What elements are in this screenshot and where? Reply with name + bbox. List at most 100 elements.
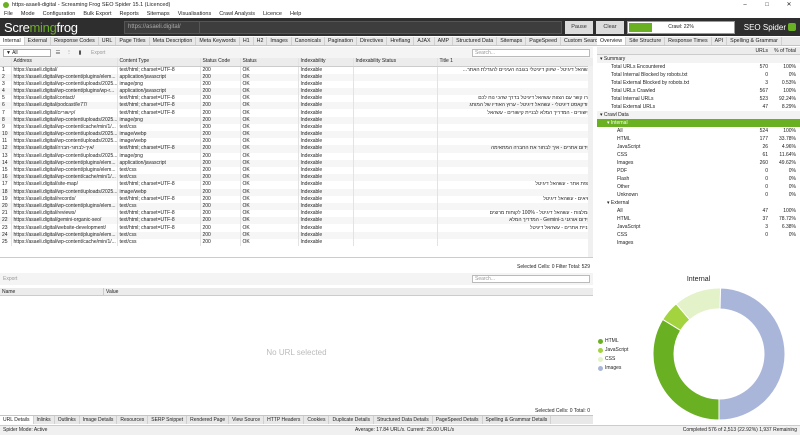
bottom-tab-view-source[interactable]: View Source (229, 416, 265, 424)
table-row[interactable]: 15 https://asaeli.digital/wp-content/plug… (0, 166, 593, 175)
bottom-tab-inlinks[interactable]: Inlinks (34, 416, 55, 424)
table-row[interactable]: 16 https://asaeli.digital/wp-content/cach… (0, 174, 593, 182)
menu-sitemaps[interactable]: Sitemaps (147, 11, 170, 17)
close-icon[interactable]: ✕ (778, 1, 800, 8)
table-row[interactable]: 22 https://asaeli.digital/gemini-organic-… (0, 217, 593, 225)
tab-images[interactable]: Images (267, 37, 292, 45)
chart-view-icon[interactable]: ▮ (76, 49, 84, 57)
detail-col-name[interactable]: Name (0, 288, 104, 295)
col-header-status[interactable]: Status (240, 58, 299, 67)
menu-help[interactable]: Help (290, 11, 301, 17)
search-input[interactable]: Search... (472, 48, 590, 57)
bottom-tab-serp-snippet[interactable]: SERP Snippet (148, 416, 188, 424)
table-row[interactable]: 18 https://asaeli.digital/wp-content/uplo… (0, 188, 593, 196)
overview-row[interactable]: CSS 61 11.64% (597, 151, 800, 159)
table-row[interactable]: 20 https://asaeli.digital/wp-content/plug… (0, 202, 593, 211)
table-row[interactable]: 2 https://asaeli.digital/wp-content/plugi… (0, 73, 593, 81)
table-row[interactable]: 5 https://asaeli.digital/contact/text/htm… (0, 95, 593, 103)
table-row[interactable]: 13 https://asaeli.digital/wp-content/uplo… (0, 152, 593, 160)
col-header-status-code[interactable]: Status Code (200, 58, 241, 67)
table-row[interactable]: 25 https://asaeli.digital/wp-content/cach… (0, 238, 593, 246)
url-input[interactable]: https://asaeli.digital/ (124, 20, 200, 34)
detail-col-value[interactable]: Value (104, 288, 593, 295)
overview-row[interactable]: HTML 37 78.72% (597, 215, 800, 223)
table-row[interactable]: 10 https://asaeli.digital/wp-content/uplo… (0, 131, 593, 139)
overview-row[interactable]: Other 0 0% (597, 183, 800, 191)
tab-sitemaps[interactable]: Sitemaps (497, 37, 527, 45)
table-row[interactable]: 19 https://asaeli.digital/records/text/ht… (0, 195, 593, 203)
bottom-tab-cookies[interactable]: Cookies (304, 416, 330, 424)
detail-search-input[interactable]: Search... (472, 275, 590, 283)
tab-meta-keywords[interactable]: Meta Keywords (196, 37, 240, 45)
overview-row[interactable]: Images (597, 239, 800, 247)
overview-row[interactable]: Total URLs Crawled 567 100% (597, 87, 800, 95)
menu-visualisations[interactable]: Visualisations (178, 11, 212, 17)
tab-h1[interactable]: H1 (240, 37, 254, 45)
overview-row[interactable]: PDF 0 0% (597, 167, 800, 175)
overview-row[interactable]: CSS 0 0% (597, 231, 800, 239)
tab-directives[interactable]: Directives (357, 37, 388, 45)
table-row[interactable]: 23 https://asaeli.digital/website-develop… (0, 224, 593, 232)
bottom-tab-resources[interactable]: Resources (117, 416, 149, 424)
export-button[interactable]: Export (91, 50, 105, 56)
menu-licence[interactable]: Licence (263, 11, 282, 17)
bottom-tab-rendered-page[interactable]: Rendered Page (187, 416, 230, 424)
bottom-tab-http-headers[interactable]: HTTP Headers (264, 416, 305, 424)
tree-view-icon[interactable]: ⋮ (65, 49, 73, 57)
bottom-tab-url-details[interactable]: URL Details (0, 416, 34, 424)
menu-file[interactable]: File (4, 11, 13, 17)
col-header-index[interactable] (0, 58, 12, 67)
overview-row[interactable]: JavaScript 26 4.96% (597, 143, 800, 151)
table-row[interactable]: 1 https://asaeli.digital/text/html; chars… (0, 66, 593, 74)
menu-crawl-analysis[interactable]: Crawl Analysis (219, 11, 255, 17)
table-scrollbar[interactable] (588, 66, 593, 257)
detail-export-button[interactable]: Export (3, 276, 17, 282)
overview-row[interactable]: Total External Blocked by robots.txt 3 0.5… (597, 79, 800, 87)
tab-custom-search[interactable]: Custom Search (561, 37, 597, 45)
minimize-icon[interactable]: – (734, 2, 756, 8)
table-row[interactable]: 8 https://asaeli.digital/wp-content/uploa… (0, 116, 593, 124)
table-row[interactable]: 21 https://asaeli.digital/reviews/text/ht… (0, 210, 593, 218)
overview-row[interactable]: Total External URLs 47 8.29% (597, 103, 800, 111)
tab-h2[interactable]: H2 (254, 37, 268, 45)
right-tab-site-structure[interactable]: Site Structure (626, 37, 666, 45)
bottom-tab-image-details[interactable]: Image Details (80, 416, 118, 424)
donut-slice-images[interactable] (718, 287, 786, 421)
tab-pagination[interactable]: Pagination (325, 37, 358, 45)
table-row[interactable]: 12 https://asaeli.digital/איך-לבחור-חברה/… (0, 145, 593, 153)
overview-row[interactable]: Unknown 0 0% (597, 191, 800, 199)
clear-button[interactable]: Clear (596, 20, 624, 34)
filter-dropdown[interactable]: ▼ All (3, 48, 51, 57)
table-row[interactable]: 7 https://asaeli.digital/קישורים/text/htm… (0, 109, 593, 117)
pause-button[interactable]: Pause (565, 20, 593, 34)
tab-page-titles[interactable]: Page Titles (116, 37, 150, 45)
tab-external[interactable]: External (25, 37, 52, 45)
tab-canonicals[interactable]: Canonicals (292, 37, 325, 45)
url-input-fill[interactable] (200, 20, 562, 34)
right-tab-response-times[interactable]: Response Times (665, 37, 712, 45)
overview-row[interactable]: ▾ Summary (597, 55, 800, 63)
bottom-tab-structured-data-details[interactable]: Structured Data Details (374, 416, 433, 424)
overview-row[interactable]: JavaScript 3 6.38% (597, 223, 800, 231)
overview-row[interactable]: Total URLs Encountered 570 100% (597, 63, 800, 71)
col-header-indexability[interactable]: Indexability (298, 58, 354, 67)
tab-ajax[interactable]: AJAX (414, 37, 435, 45)
table-row[interactable]: 6 https://asaeli.digital/podcast/le77/tex… (0, 102, 593, 110)
col-header-indexability-status[interactable]: Indexability Status (353, 58, 438, 67)
tab-amp[interactable]: AMP (435, 37, 454, 45)
bottom-tab-pagespeed-details[interactable]: PageSpeed Details (433, 416, 483, 424)
bottom-tab-outlinks[interactable]: Outlinks (55, 416, 80, 424)
menu-bulk-export[interactable]: Bulk Export (83, 11, 111, 17)
right-tab-spelling-grammar[interactable]: Spelling & Grammar (727, 37, 782, 45)
table-row[interactable]: 4 https://asaeli.digital/wp-content/plugi… (0, 87, 593, 96)
tab-response-codes[interactable]: Response Codes (51, 37, 99, 45)
overview-row[interactable]: All 524 100% (597, 127, 800, 135)
menu-configuration[interactable]: Configuration (43, 11, 76, 17)
list-view-icon[interactable]: ☰ (54, 49, 62, 57)
overview-row[interactable]: HTML 177 33.78% (597, 135, 800, 143)
table-row[interactable]: 24 https://asaeli.digital/wp-content/plug… (0, 231, 593, 239)
tab-internal[interactable]: Internal (0, 37, 25, 45)
table-row[interactable]: 3 https://asaeli.digital/wp-content/uploa… (0, 80, 593, 88)
menu-mode[interactable]: Mode (21, 11, 35, 17)
overview-row[interactable]: Images 260 49.62% (597, 159, 800, 167)
